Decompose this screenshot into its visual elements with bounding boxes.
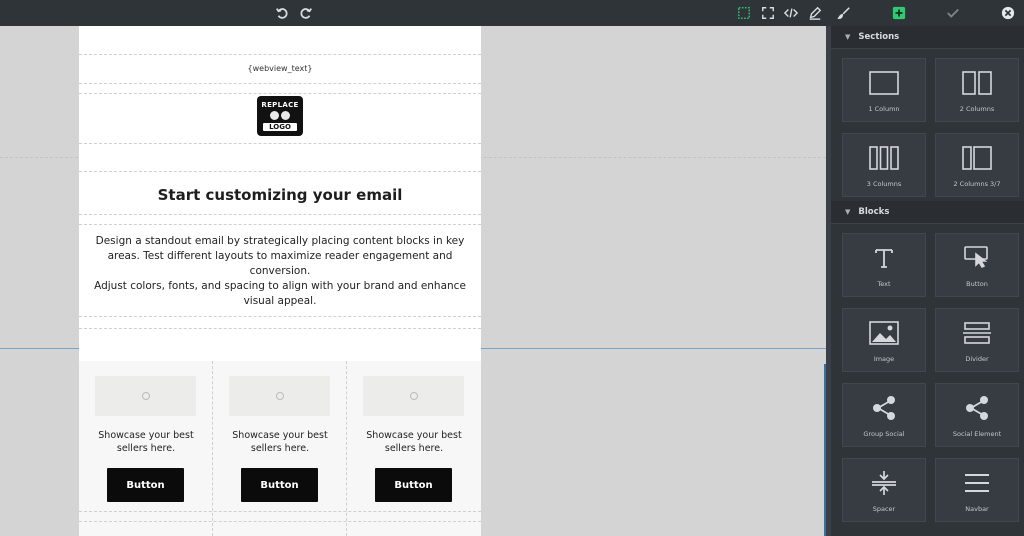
row-divider xyxy=(79,143,481,144)
product-cards-row[interactable]: Showcase your best sellers here. Button … xyxy=(79,361,481,536)
row-divider xyxy=(79,511,481,512)
check-icon[interactable] xyxy=(943,3,963,23)
navbar-icon xyxy=(963,469,991,497)
section-tile-1-column[interactable]: 1 Column xyxy=(842,58,926,122)
redo-icon[interactable] xyxy=(296,3,316,23)
logo-face-icon xyxy=(267,110,293,122)
row-divider xyxy=(79,316,481,317)
email-headline[interactable]: Start customizing your email xyxy=(79,186,481,204)
row-divider xyxy=(79,93,481,94)
blocks-title: Blocks xyxy=(858,207,890,217)
block-tile-social-element[interactable]: Social Element xyxy=(935,383,1019,447)
block-tile-button[interactable]: Button xyxy=(935,233,1019,297)
tile-label: Navbar xyxy=(965,505,989,513)
close-icon[interactable] xyxy=(998,3,1018,23)
select-outline-icon[interactable] xyxy=(734,3,754,23)
block-tile-spacer[interactable]: Spacer xyxy=(842,458,926,522)
button-pointer-icon xyxy=(963,244,991,272)
section-tile-2-columns-37[interactable]: 2 Columns 3/7 xyxy=(935,133,1019,197)
add-plus-icon[interactable] xyxy=(889,3,909,23)
code-icon[interactable] xyxy=(781,3,801,23)
caret-down-icon: ▼ xyxy=(845,33,851,41)
caret-down-icon: ▼ xyxy=(845,208,851,216)
product-card-button[interactable]: Button xyxy=(375,468,452,502)
share-icon xyxy=(871,394,897,422)
row-divider xyxy=(79,83,481,84)
image-placeholder[interactable] xyxy=(95,376,196,416)
tile-label: Image xyxy=(873,355,895,363)
text-icon xyxy=(872,244,896,272)
image-icon xyxy=(869,319,899,347)
block-tile-navbar[interactable]: Navbar xyxy=(935,458,1019,522)
tile-label: Divider xyxy=(965,355,989,363)
webview-text[interactable]: {webview_text} xyxy=(79,64,481,73)
divider-icon xyxy=(962,319,992,347)
tile-label: Text xyxy=(877,280,891,288)
two-columns-37-icon xyxy=(962,144,992,172)
product-card-text[interactable]: Showcase your best sellers here. xyxy=(85,429,207,455)
undo-icon[interactable] xyxy=(272,3,292,23)
row-divider xyxy=(79,521,481,522)
section-tile-2-columns[interactable]: 2 Columns xyxy=(935,58,1019,122)
image-placeholder[interactable] xyxy=(363,376,464,416)
fullscreen-icon[interactable] xyxy=(758,3,778,23)
blocks-header[interactable]: ▼ Blocks xyxy=(831,201,1024,224)
product-card-button[interactable]: Button xyxy=(107,468,184,502)
two-columns-icon xyxy=(962,69,992,97)
brush-icon[interactable] xyxy=(834,3,854,23)
three-columns-icon xyxy=(869,144,899,172)
edit-pen-icon[interactable] xyxy=(805,3,825,23)
tile-label: Button xyxy=(966,280,988,288)
share-icon xyxy=(964,394,990,422)
row-divider xyxy=(79,328,481,329)
spacer-icon xyxy=(870,469,898,497)
tile-label: 2 Columns 3/7 xyxy=(953,180,1001,188)
editor-canvas[interactable]: {webview_text} REPLACE LOGO Start custom… xyxy=(0,26,826,536)
sections-header[interactable]: ▼ Sections xyxy=(831,26,1024,49)
sections-title: Sections xyxy=(858,32,900,42)
email-paragraph[interactable]: Design a standout email by strategically… xyxy=(89,234,471,279)
top-toolbar xyxy=(0,0,1024,26)
tile-label: Group Social xyxy=(863,430,905,438)
row-divider xyxy=(79,214,481,215)
product-card-button[interactable]: Button xyxy=(241,468,318,502)
logo-placeholder[interactable]: REPLACE LOGO xyxy=(257,96,303,136)
email-body[interactable]: {webview_text} REPLACE LOGO Start custom… xyxy=(79,26,481,536)
tile-label: Spacer xyxy=(872,505,896,513)
image-placeholder-icon xyxy=(275,392,284,400)
blocks-panel: ▼ Sections 1 Column 2 Columns 3 Columns xyxy=(826,26,1024,536)
row-divider xyxy=(79,171,481,172)
image-placeholder[interactable] xyxy=(229,376,330,416)
product-card[interactable]: Showcase your best sellers here. Button xyxy=(347,361,481,536)
product-card-text[interactable]: Showcase your best sellers here. xyxy=(219,429,341,455)
section-tile-3-columns[interactable]: 3 Columns xyxy=(842,133,926,197)
block-tile-group-social[interactable]: Group Social xyxy=(842,383,926,447)
tile-label: 2 Columns xyxy=(959,105,995,113)
image-placeholder-icon xyxy=(141,392,150,400)
image-placeholder-icon xyxy=(409,392,418,400)
block-tile-divider[interactable]: Divider xyxy=(935,308,1019,372)
one-column-icon xyxy=(869,69,899,97)
tile-label: Social Element xyxy=(952,430,1002,438)
product-card[interactable]: Showcase your best sellers here. Button xyxy=(213,361,347,536)
tile-label: 1 Column xyxy=(868,105,900,113)
logo-text-bottom: LOGO xyxy=(263,123,297,131)
logo-text-top: REPLACE xyxy=(261,101,299,109)
row-divider xyxy=(79,54,481,55)
tile-label: 3 Columns xyxy=(866,180,902,188)
email-paragraph[interactable]: Adjust colors, fonts, and spacing to ali… xyxy=(89,279,471,309)
block-tile-image[interactable]: Image xyxy=(842,308,926,372)
product-card-text[interactable]: Showcase your best sellers here. xyxy=(353,429,475,455)
block-tile-text[interactable]: Text xyxy=(842,233,926,297)
product-card[interactable]: Showcase your best sellers here. Button xyxy=(79,361,213,536)
row-divider xyxy=(79,224,481,225)
